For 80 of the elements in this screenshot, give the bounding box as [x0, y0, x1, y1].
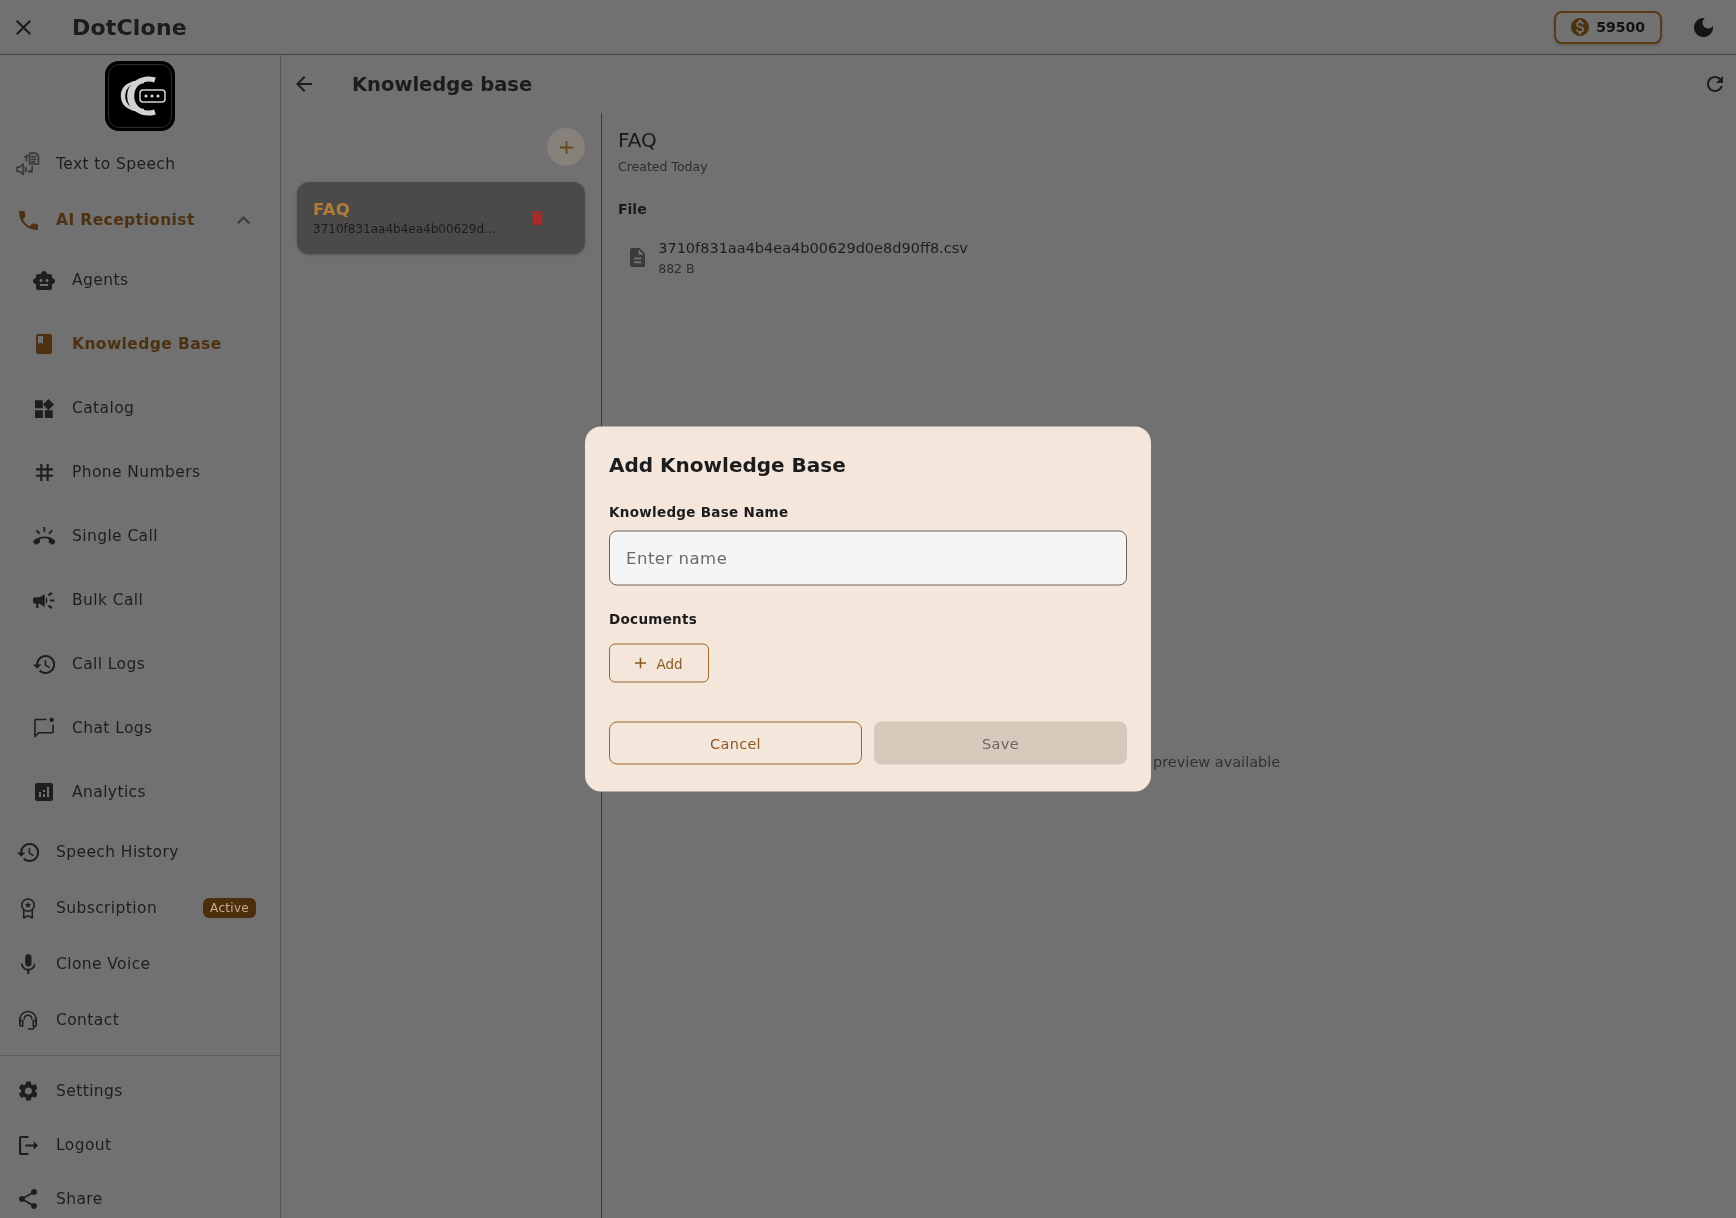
sidebar-item-label: Share	[56, 1190, 103, 1208]
sidebar-item[interactable]: Settings	[0, 1064, 280, 1118]
sidebar-item[interactable]: Speech History	[0, 824, 280, 880]
sidebar-item-label: Agents	[72, 271, 129, 289]
sidebar-item-label: Analytics	[72, 783, 146, 801]
sidebar-item-label: Bulk Call	[72, 591, 144, 609]
moon-icon[interactable]	[1694, 17, 1713, 37]
microphone-icon	[20, 954, 36, 974]
sidebar-item-label: Settings	[56, 1082, 123, 1100]
dialog-title: Add Knowledge Base	[609, 451, 846, 479]
sidebar-item[interactable]: AI Receptionist	[0, 192, 280, 248]
back-arrow-icon[interactable]	[296, 76, 312, 92]
credits-amount: 59500	[1596, 19, 1645, 35]
sidebar-item[interactable]: Text to Speech	[0, 136, 280, 192]
sidebar-subitem[interactable]: Chat Logs	[0, 696, 280, 760]
files-heading: File	[618, 201, 647, 217]
sidebar-item-label: Contact	[56, 1011, 120, 1029]
sidebar-subitem[interactable]: Bulk Call	[0, 568, 280, 632]
sidebar-item-label: Speech History	[56, 843, 179, 861]
sidebar-subitem[interactable]: Call Logs	[0, 632, 280, 696]
history-icon	[16, 842, 40, 862]
file-size: 882 B	[658, 261, 696, 276]
grid-icon	[34, 398, 54, 418]
app-title: DotClone	[72, 14, 187, 40]
logout-icon	[18, 1135, 38, 1155]
sidebar-item-label: Chat Logs	[72, 719, 153, 737]
sidebar-item[interactable]: Subscription Active	[0, 880, 280, 936]
sidebar-subitem[interactable]: Knowledge Base	[0, 312, 280, 376]
sidebar-item-label: Catalog	[72, 399, 135, 417]
sidebar-item[interactable]: Share	[0, 1172, 280, 1218]
sidebar-item-label: Single Call	[72, 527, 158, 545]
add-document-button[interactable]: Add	[609, 643, 709, 683]
sidebar-item[interactable]: Clone Voice	[0, 936, 280, 992]
credits-chip[interactable]: 59500	[1554, 10, 1662, 44]
speaker-document-icon	[16, 152, 40, 176]
phone-icon	[18, 210, 38, 230]
document-icon	[630, 248, 646, 267]
sidebar-subitem[interactable]: Catalog	[0, 376, 280, 440]
ringing-phone-icon	[32, 527, 56, 545]
sidebar-item-label: Logout	[56, 1136, 112, 1154]
status-badge: Active	[203, 898, 256, 918]
created-date: Created Today	[618, 159, 708, 174]
megaphone-icon	[33, 591, 55, 609]
sidebar-item-label: Phone Numbers	[72, 463, 201, 481]
field-label: Knowledge Base Name	[609, 503, 789, 520]
chat-icon	[33, 717, 55, 739]
chevron-up-icon[interactable]	[237, 216, 250, 224]
sidebar-item-label: Knowledge Base	[72, 335, 222, 353]
sidebar-item-label: AI Receptionist	[56, 211, 195, 229]
share-icon	[19, 1189, 37, 1209]
book-icon	[36, 334, 52, 354]
plus-icon	[559, 140, 573, 154]
bar-chart-icon	[35, 783, 53, 801]
file-name: 3710f831aa4b4ea4b00629d0e8d90ff8.csv	[658, 239, 968, 257]
sidebar-item-label: Text to Speech	[56, 155, 176, 173]
sidebar-subitem[interactable]: Analytics	[0, 760, 280, 824]
close-icon[interactable]	[16, 19, 31, 35]
coin-icon	[1571, 18, 1590, 36]
sidebar-item[interactable]: Logout	[0, 1118, 280, 1172]
sidebar-subitem[interactable]: Phone Numbers	[0, 440, 280, 504]
plus-icon	[635, 657, 647, 669]
preview-note: preview available	[1153, 754, 1281, 770]
hash-icon	[35, 463, 53, 481]
knowledge-base-name: FAQ	[313, 200, 352, 219]
logo-icon	[105, 61, 175, 131]
headset-icon	[17, 1009, 39, 1031]
sidebar-item-label: Call Logs	[72, 655, 146, 673]
name-input-field[interactable]: Enter name	[609, 530, 1127, 586]
sidebar-item-label: Subscription	[56, 899, 158, 917]
settings-icon	[18, 1081, 38, 1101]
section-label: Documents	[609, 610, 698, 627]
sidebar-item[interactable]: Contact	[0, 992, 280, 1048]
page-title: Knowledge base	[352, 72, 533, 96]
sidebar-item-label: Clone Voice	[56, 955, 151, 973]
sidebar-subitem[interactable]: Agents	[0, 248, 280, 312]
history-icon	[32, 654, 56, 674]
sidebar-subitem[interactable]: Single Call	[0, 504, 280, 568]
robot-icon	[33, 270, 55, 290]
refresh-icon[interactable]	[1707, 76, 1723, 92]
detail-title: FAQ	[618, 128, 657, 152]
